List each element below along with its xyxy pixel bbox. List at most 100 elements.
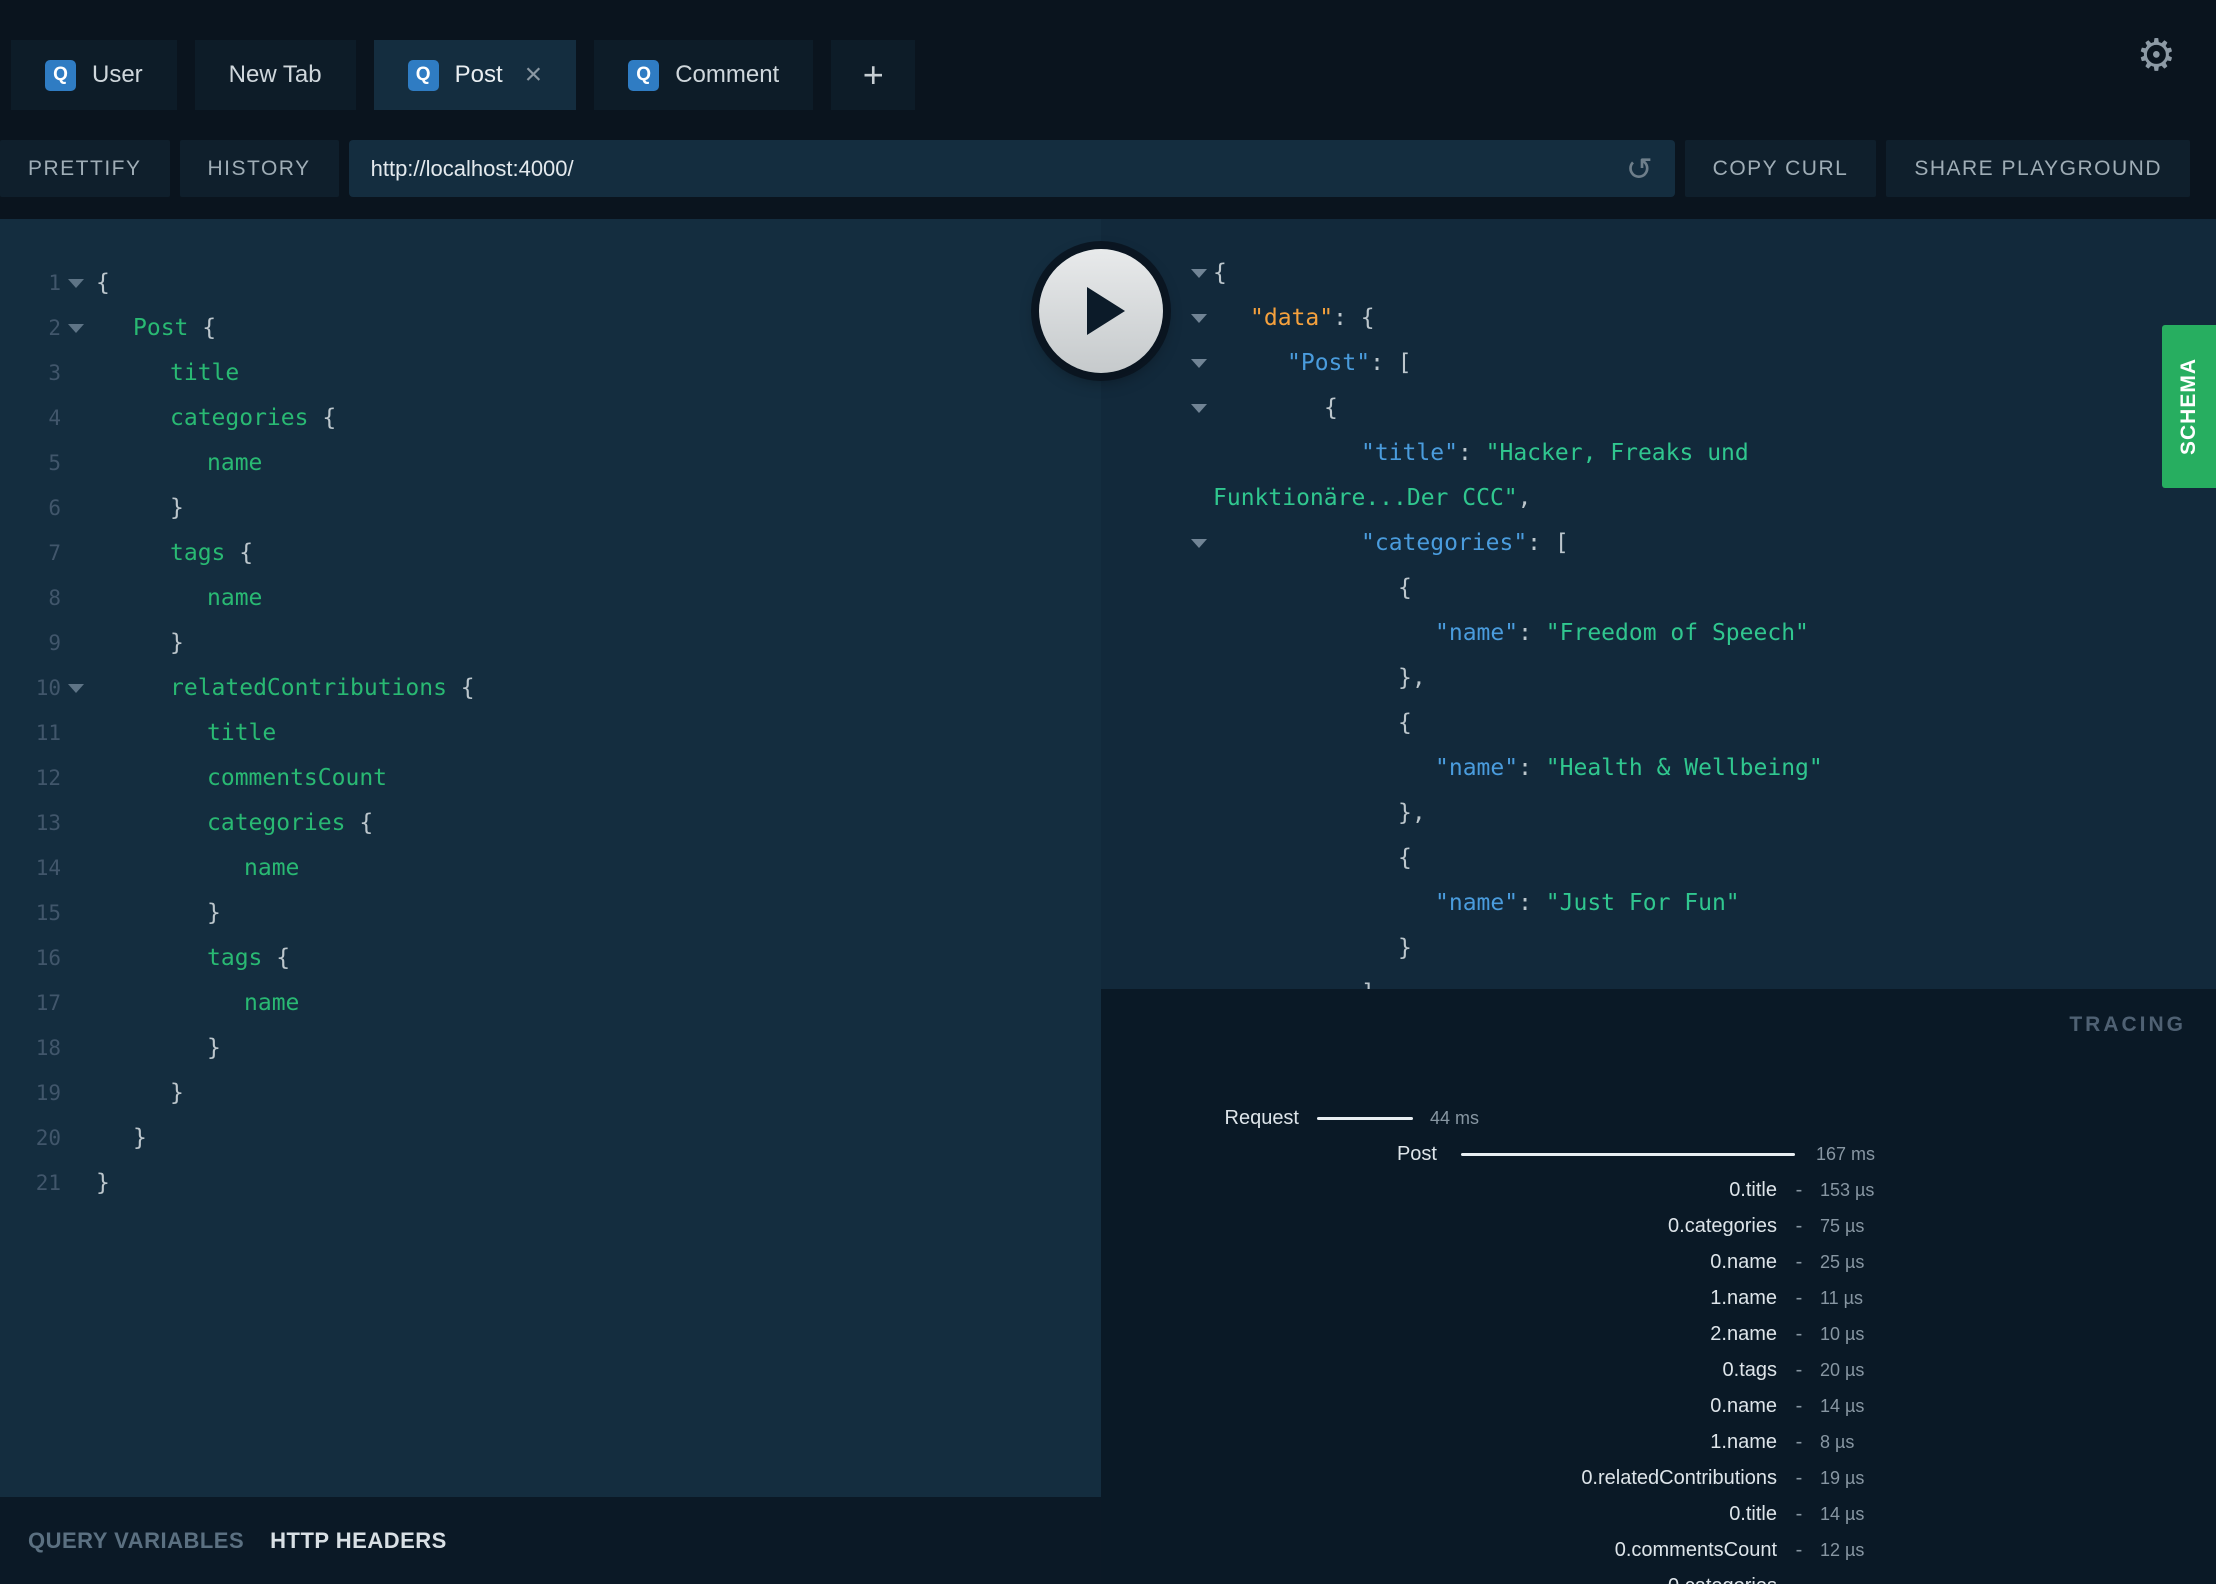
collapse-caret-icon[interactable] [1191,251,1208,296]
code-text: } [91,1161,110,1206]
query-line[interactable]: 14 name [0,846,1101,891]
tracing-label: Post [1396,1143,1437,1165]
code-token: }, [1398,800,1426,826]
close-tab-icon[interactable]: × [525,60,543,90]
response-line: "Post": [ [1101,341,2216,386]
code-token: "name" [1435,620,1519,646]
code-token: name [244,990,300,1016]
tab-label: User [92,61,143,88]
code-text: "name": "Health & Wellbeing" [1208,746,1823,791]
new-tab-button[interactable]: + [831,40,916,110]
query-code[interactable]: 1{2 Post {3 title 4 categories {5 name 6} 7 tags… [0,219,1101,1206]
query-line[interactable]: 7 tags { [0,531,1101,576]
query-line[interactable]: 4 categories { [0,396,1101,441]
fold-caret-icon[interactable] [61,666,91,711]
query-icon: Q [628,59,660,91]
code-token: commentsCount [207,765,388,791]
timing-bar [1461,1153,1795,1156]
query-line[interactable]: 10 relatedContributions { [0,666,1101,711]
code-text: Funktionäre...Der CCC", [1208,476,1532,521]
query-line[interactable]: 21} [0,1161,1101,1206]
history-button[interactable]: HISTORY [179,140,339,197]
code-token: "data" [1250,305,1334,331]
query-line[interactable]: 17 name [0,981,1101,1026]
code-token: relatedContributions [170,675,447,701]
query-line[interactable]: 19} [0,1071,1101,1116]
caret-down-icon [1191,359,1207,368]
query-line[interactable]: 16 tags { [0,936,1101,981]
copy-curl-button[interactable]: COPY CURL [1684,140,1877,197]
code-token: { [345,810,374,836]
line-number: 13 [35,811,61,835]
execute-button[interactable] [1039,249,1163,373]
query-line[interactable]: 2 Post { [0,306,1101,351]
share-playground-button[interactable]: SHARE PLAYGROUND [1886,140,2190,197]
query-editor-pane[interactable]: 1{2 Post {3 title 4 categories {5 name 6} 7 tags… [0,219,1101,1584]
query-line[interactable]: 9} [0,621,1101,666]
collapse-caret-icon[interactable] [1191,521,1208,566]
query-line[interactable]: 5 name [0,441,1101,486]
query-line[interactable]: 8 name [0,576,1101,621]
refresh-icon[interactable]: ↺ [1626,150,1653,188]
query-line[interactable]: 13 categories { [0,801,1101,846]
response-line: { [1101,251,2216,296]
code-token: : [1518,620,1546,646]
tracing-row: 0.title -153 µs [1101,1172,2216,1208]
tab-new-tab[interactable]: New Tab [194,40,356,110]
settings-gear-icon[interactable]: ⚙ [2137,30,2176,81]
code-token: } [207,1035,221,1061]
query-line[interactable]: 15} [0,891,1101,936]
tab-label: New Tab [228,61,322,88]
tab-label: Post [454,61,503,88]
code-token: } [207,900,221,926]
tracing-rows: Request 44 ms Post 167 ms 0.title -153 µs 0.ca… [1101,1100,2216,1584]
query-line[interactable]: 11 title [0,711,1101,756]
timing-bar [1317,1117,1413,1120]
line-number: 17 [35,991,61,1015]
code-text: "categories": [ [1208,521,1569,566]
tracing-label: Request [1224,1107,1300,1129]
code-token: "Health & Wellbeing" [1545,755,1823,781]
code-token: { [225,540,254,566]
collapse-caret-icon[interactable] [1191,341,1208,386]
line-number: 6 [48,496,61,520]
query-line[interactable]: 18} [0,1026,1101,1071]
topbar: Q User New Tab Q Post × Q Comment + ⚙ PRETTIFY H… [0,0,2216,219]
tracing-duration: 25 µs [1820,1252,1865,1272]
line-number: 2 [48,316,61,340]
dash-separator: - [1795,1179,1803,1201]
code-text: name [91,576,262,621]
schema-tab[interactable]: SCHEMA [2162,325,2216,488]
line-number: 10 [35,676,61,700]
url-bar[interactable]: http://localhost:4000/ ↺ [348,140,1675,197]
code-token: }, [1398,665,1426,691]
caret-down-icon [1191,314,1207,323]
code-token: { [1398,845,1412,871]
query-line[interactable]: 20} [0,1116,1101,1161]
prettify-button[interactable]: PRETTIFY [0,140,170,197]
query-line[interactable]: 3 title [0,351,1101,396]
collapse-caret-icon[interactable] [1191,386,1208,431]
tab-post[interactable]: Q Post × [373,40,577,110]
tab-user[interactable]: Q User [11,40,177,110]
tab-bar: Q User New Tab Q Post × Q Comment + [11,40,916,110]
response-line: "name": "Freedom of Speech" [1101,611,2216,656]
tab-comment[interactable]: Q Comment [594,40,814,110]
query-variables-tab[interactable]: QUERY VARIABLES [28,1528,244,1554]
line-number: 9 [48,631,61,655]
query-line[interactable]: 6} [0,486,1101,531]
fold-caret-icon[interactable] [61,306,91,351]
collapse-caret-icon[interactable] [1191,296,1208,341]
query-line[interactable]: 1{ [0,261,1101,306]
query-line[interactable]: 12 commentsCount [0,756,1101,801]
http-headers-tab[interactable]: HTTP HEADERS [270,1528,447,1554]
fold-caret-icon[interactable] [61,261,91,306]
code-text: } [1208,926,1412,971]
code-text: } [91,621,184,666]
endpoint-url-input[interactable]: http://localhost:4000/ [371,156,1626,182]
